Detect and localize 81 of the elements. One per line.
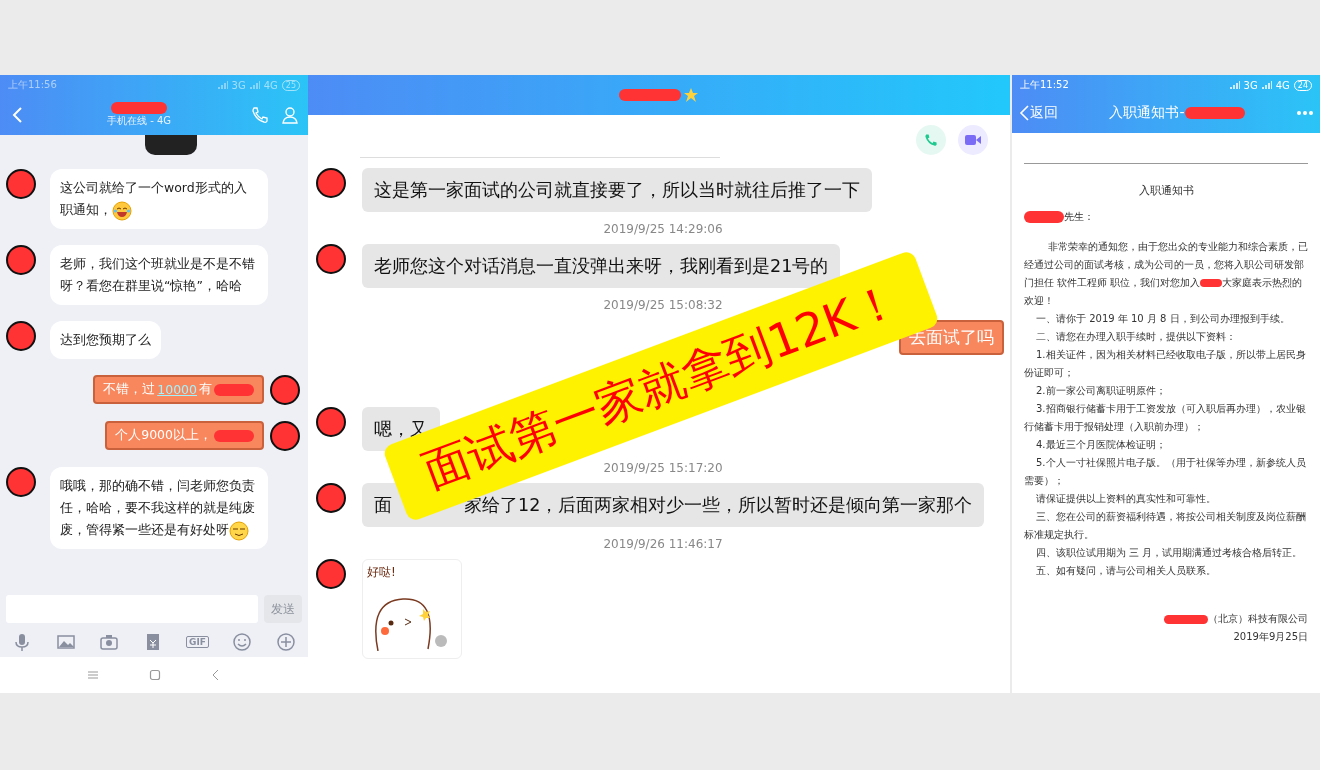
document-paragraph: 1.相关证件，因为相关材料已经收取电子版，所以带上居民身份证即可； [1024, 348, 1307, 380]
document-paragraph: 四、该职位试用期为 三 月，试用期满通过考核合格后转正。 [1035, 546, 1304, 560]
laughing-emoji-icon [112, 200, 132, 221]
redaction-mark [214, 383, 254, 396]
message-bubble: 老师您这个对话消息一直没弹出来呀，我刚看到是21号的 [362, 244, 841, 288]
avatar [6, 321, 36, 351]
document-paragraph: 三、您在公司的薪资福利待遇，将按公司相关制度及岗位薪酬标准规定执行。 [1024, 510, 1307, 542]
redaction-mark [1184, 107, 1245, 119]
smiley-icon[interactable] [232, 632, 253, 652]
document-paragraph: 3.招商银行储蓄卡用于工资发放（可入职后再办理），农业银行储蓄卡用于报销处理（入职前办理）； [1024, 402, 1307, 434]
document-title: 入职通知书 [1137, 183, 1195, 199]
message-bubble: 哦哦，那的确不错，闫老师您负责任，哈哈，要不我这样的就是纯废废，管得紧一些还是有好处呀 [50, 467, 268, 549]
avatar [6, 169, 36, 199]
message-timestamp: 2019/9/26 11:46:17 [602, 537, 724, 551]
send-button[interactable]: 发送 [264, 595, 302, 623]
phone-icon[interactable] [250, 105, 270, 125]
message-bubble: 这公司就给了一个word形式的入职通知， [50, 169, 268, 229]
video-camera-icon[interactable] [964, 133, 982, 147]
signal-icon [1229, 81, 1240, 89]
avatar [316, 244, 346, 274]
back-button[interactable]: 返回 [1018, 104, 1058, 122]
redaction-mark [1024, 211, 1064, 223]
network-label: 4G [263, 79, 278, 91]
video-call-button[interactable] [958, 125, 988, 155]
document-paragraph: 五、如有疑问，请与公司相关人员联系。 [1035, 564, 1217, 578]
network-label: 3G [231, 79, 246, 91]
photo-placeholder [145, 135, 197, 155]
document-paragraph: 2.前一家公司离职证明原件； [1035, 384, 1167, 398]
avatar [316, 407, 346, 437]
redaction-mark [214, 429, 254, 442]
back-icon[interactable] [1018, 104, 1030, 122]
voice-call-button[interactable] [916, 125, 946, 155]
more-icon[interactable] [1296, 110, 1314, 116]
avatar [6, 245, 36, 275]
image-icon[interactable] [55, 632, 76, 652]
sticker-image[interactable]: 好哒! [362, 559, 462, 659]
document-paragraph: 非常荣幸的通知您，由于您出众的专业能力和综合素质，已经通过公司的面试考核，成为公司的一员，您将入职公司研发部门担任 软件工程师 职位，我们对您加入 大家庭表示热烈的欢迎！ [1024, 240, 1308, 308]
avatar [270, 421, 300, 451]
signal-icon [1261, 81, 1272, 89]
message-bubble: 不错，过 10000 有 [93, 375, 264, 404]
message-timestamp: 2019/9/25 14:29:06 [602, 222, 724, 236]
message-link[interactable]: 10000 [157, 382, 197, 397]
network-label: 3G [1243, 79, 1258, 91]
document-paragraph: 二、请您在办理入职手续时，提供以下资料： [1035, 330, 1237, 344]
gif-icon[interactable]: GIF [186, 636, 209, 648]
redaction-mark [1164, 614, 1208, 624]
menu-icon[interactable] [87, 670, 99, 680]
page-title: 入职通知书- [1109, 104, 1185, 120]
document-date: 2019年9月25日 [1233, 631, 1308, 642]
document-paragraph: 一、请你于 2019 年 10 月 8 日，到公司办理报到手续。 [1035, 312, 1291, 326]
status-time: 上午11:56 [8, 78, 57, 92]
person-icon[interactable] [280, 105, 300, 125]
status-time: 上午11:52 [1020, 78, 1069, 92]
phone-icon[interactable] [923, 132, 939, 148]
back-icon[interactable] [211, 669, 221, 681]
redaction-mark [111, 102, 167, 114]
avatar [6, 467, 36, 497]
microphone-icon[interactable] [12, 632, 32, 652]
signal-icon [249, 81, 260, 89]
camera-icon[interactable] [99, 632, 120, 652]
online-status: 手机在线 - 4G [106, 114, 172, 128]
message-bubble: 个人9000以上， [105, 421, 264, 450]
document-paragraph: 请保证提供以上资料的真实性和可靠性。 [1035, 492, 1217, 506]
avatar [316, 483, 346, 513]
company-name: （北京）科技有限公司 [1208, 613, 1308, 624]
document-paragraph: 4.最近三个月医院体检证明； [1035, 438, 1167, 452]
message-bubble: 老师，我们这个班就业是不是不错呀？看您在群里说“惊艳”，哈哈 [50, 245, 268, 305]
message-bubble: 这是第一家面试的公司就直接要了，所以当时就往后推了一下 [362, 168, 872, 212]
redaction-mark [619, 89, 681, 101]
star-icon [683, 87, 699, 103]
avatar [270, 375, 300, 405]
home-icon[interactable] [149, 669, 161, 681]
network-label: 4G [1275, 79, 1290, 91]
smirk-emoji-icon [229, 520, 249, 541]
message-bubble: 达到您预期了么 [50, 321, 161, 359]
avatar [316, 559, 346, 589]
salutation: 先生： [1064, 211, 1094, 222]
avatar [316, 168, 346, 198]
plus-icon[interactable] [276, 632, 296, 652]
signal-icon [217, 81, 228, 89]
document-paragraph: 5.个人一寸社保照片电子版。（用于社保等办理，新参统人员需要）； [1024, 456, 1307, 488]
